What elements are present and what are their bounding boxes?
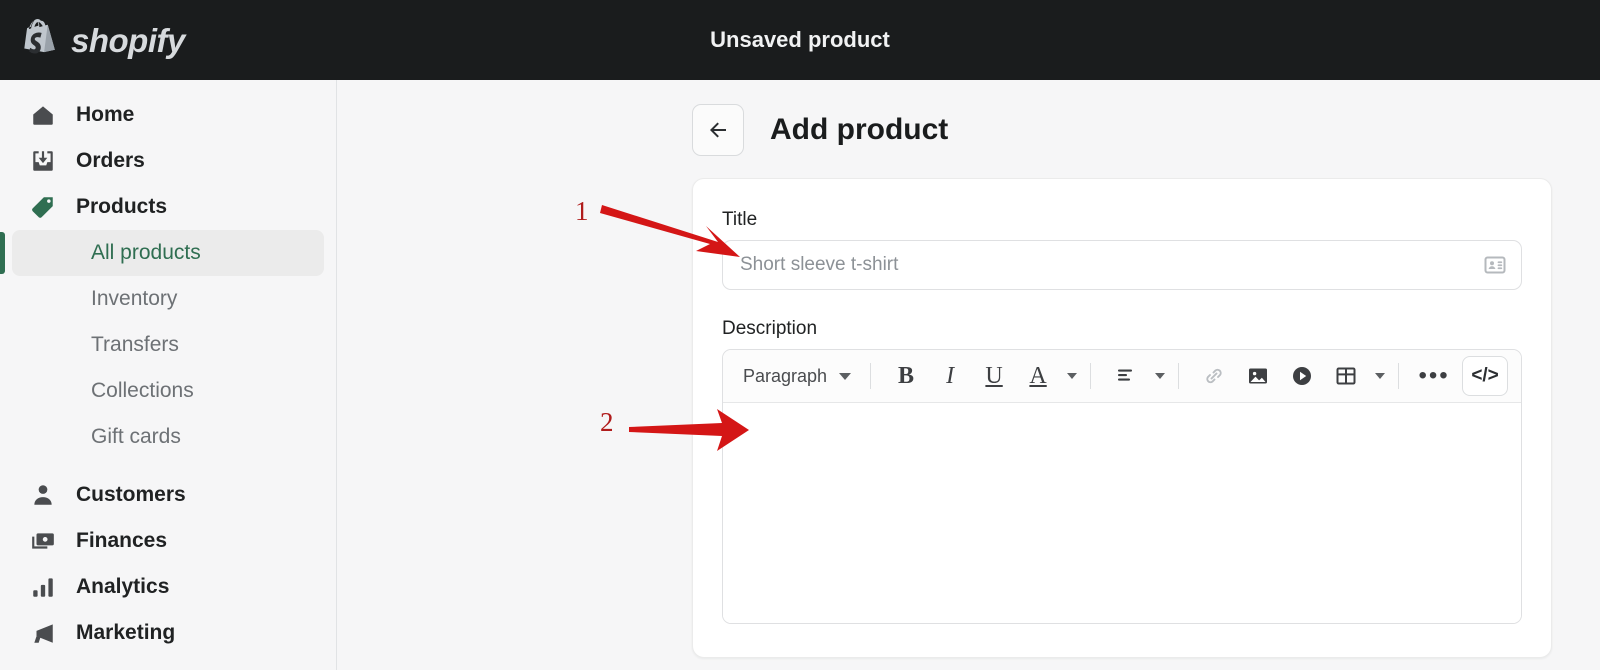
toolbar-divider <box>1090 363 1092 389</box>
sidebar-item-products[interactable]: Products <box>12 184 324 230</box>
align-button[interactable] <box>1109 357 1143 395</box>
sidebar-item-label: Products <box>76 195 168 218</box>
sidebar-item-label: Gift cards <box>91 425 181 448</box>
analytics-bars-icon <box>28 572 58 602</box>
sidebar-item-label: Customers <box>76 483 186 506</box>
back-button[interactable] <box>692 104 744 156</box>
page-header: Add product <box>692 104 1600 156</box>
sidebar-item-customers[interactable]: Customers <box>12 472 324 518</box>
image-button[interactable] <box>1241 357 1275 395</box>
sidebar-item-label: Finances <box>76 529 168 552</box>
finances-cash-icon <box>28 526 58 556</box>
video-play-icon <box>1293 367 1312 385</box>
sidebar-item-inventory[interactable]: Inventory <box>12 276 324 322</box>
sidebar-item-finances[interactable]: Finances <box>12 518 324 564</box>
products-tag-icon <box>28 192 58 222</box>
sidebar-item-label: Collections <box>91 379 194 402</box>
more-button[interactable]: ••• <box>1417 357 1451 395</box>
title-input-placeholder: Short sleeve t-shirt <box>740 254 899 275</box>
link-icon <box>1206 368 1222 384</box>
sidebar: Home Orders Products All products Invent… <box>0 80 337 670</box>
sidebar-item-orders[interactable]: Orders <box>12 138 324 184</box>
align-left-icon <box>1118 369 1133 381</box>
underline-button[interactable]: U <box>977 357 1011 395</box>
sidebar-item-transfers[interactable]: Transfers <box>12 322 324 368</box>
bold-button[interactable]: B <box>889 357 923 395</box>
description-editor-body[interactable] <box>723 403 1521 623</box>
sidebar-item-collections[interactable]: Collections <box>12 368 324 414</box>
align-group[interactable] <box>1104 357 1166 395</box>
text-color-button[interactable]: A <box>1021 357 1055 395</box>
editor-toolbar: Paragraph B I U A ••• </> <box>723 350 1521 403</box>
product-form-card: Title Short sleeve t-shirt Description P… <box>692 178 1552 658</box>
toolbar-divider <box>1178 363 1180 389</box>
sidebar-item-analytics[interactable]: Analytics <box>12 564 324 610</box>
sidebar-item-home[interactable]: Home <box>12 92 324 138</box>
sidebar-item-label: Analytics <box>76 575 170 598</box>
annotation-number-1: 1 <box>575 196 589 226</box>
table-group[interactable] <box>1324 357 1386 395</box>
chevron-down-icon <box>1067 373 1078 379</box>
field-spacer <box>722 290 1522 318</box>
sidebar-item-label: Orders <box>76 149 145 172</box>
toolbar-divider <box>1398 363 1400 389</box>
sidebar-item-label: All products <box>91 241 201 264</box>
annotation-number-2: 2 <box>600 407 614 437</box>
block-format-select[interactable]: Paragraph <box>737 357 857 395</box>
shopify-bag-icon <box>24 19 55 54</box>
image-icon <box>1249 368 1268 384</box>
marketing-megaphone-icon <box>28 618 58 648</box>
sidebar-item-all-products[interactable]: All products <box>0 230 324 276</box>
sidebar-item-gift-cards[interactable]: Gift cards <box>12 414 324 460</box>
brand-name: shopify <box>71 21 185 59</box>
code-button[interactable]: </> <box>1462 356 1509 396</box>
chevron-down-icon <box>839 372 852 380</box>
table-icon <box>1336 367 1356 385</box>
sidebar-item-label: Inventory <box>91 287 178 310</box>
arrow-left-icon <box>710 122 726 138</box>
block-format-value: Paragraph <box>743 365 828 386</box>
main-content: Add product Title Short sleeve t-shirt D… <box>337 80 1600 670</box>
shopify-admin-screen: shopify Unsaved product Home Orders Prod… <box>0 0 1600 670</box>
title-field-label: Title <box>722 209 758 230</box>
chevron-down-icon <box>1375 373 1386 379</box>
shopify-logo[interactable]: shopify <box>22 19 185 61</box>
toolbar-divider <box>870 363 872 389</box>
video-button[interactable] <box>1285 357 1319 395</box>
title-input[interactable]: Short sleeve t-shirt <box>722 240 1522 290</box>
top-bar: shopify Unsaved product <box>0 0 1600 80</box>
italic-button[interactable]: I <box>933 357 967 395</box>
sidebar-item-marketing[interactable]: Marketing <box>12 610 324 656</box>
table-button[interactable] <box>1329 357 1363 395</box>
customers-person-icon <box>28 480 58 510</box>
sidebar-item-label: Home <box>76 103 135 126</box>
sidebar-item-label: Transfers <box>91 333 179 356</box>
text-color-group[interactable]: A <box>1016 357 1078 395</box>
home-icon <box>28 100 58 130</box>
link-button[interactable] <box>1197 357 1231 395</box>
description-editor: Paragraph B I U A ••• </> <box>722 349 1522 624</box>
chevron-down-icon <box>1155 373 1166 379</box>
page-title: Add product <box>770 113 949 146</box>
description-field-label: Description <box>722 318 818 339</box>
contact-card-icon[interactable] <box>1483 253 1507 277</box>
sidebar-item-label: Marketing <box>76 621 176 644</box>
orders-inbox-icon <box>28 146 58 176</box>
unsaved-product-title: Unsaved product <box>710 27 890 52</box>
sidebar-divider-gap <box>0 460 336 472</box>
